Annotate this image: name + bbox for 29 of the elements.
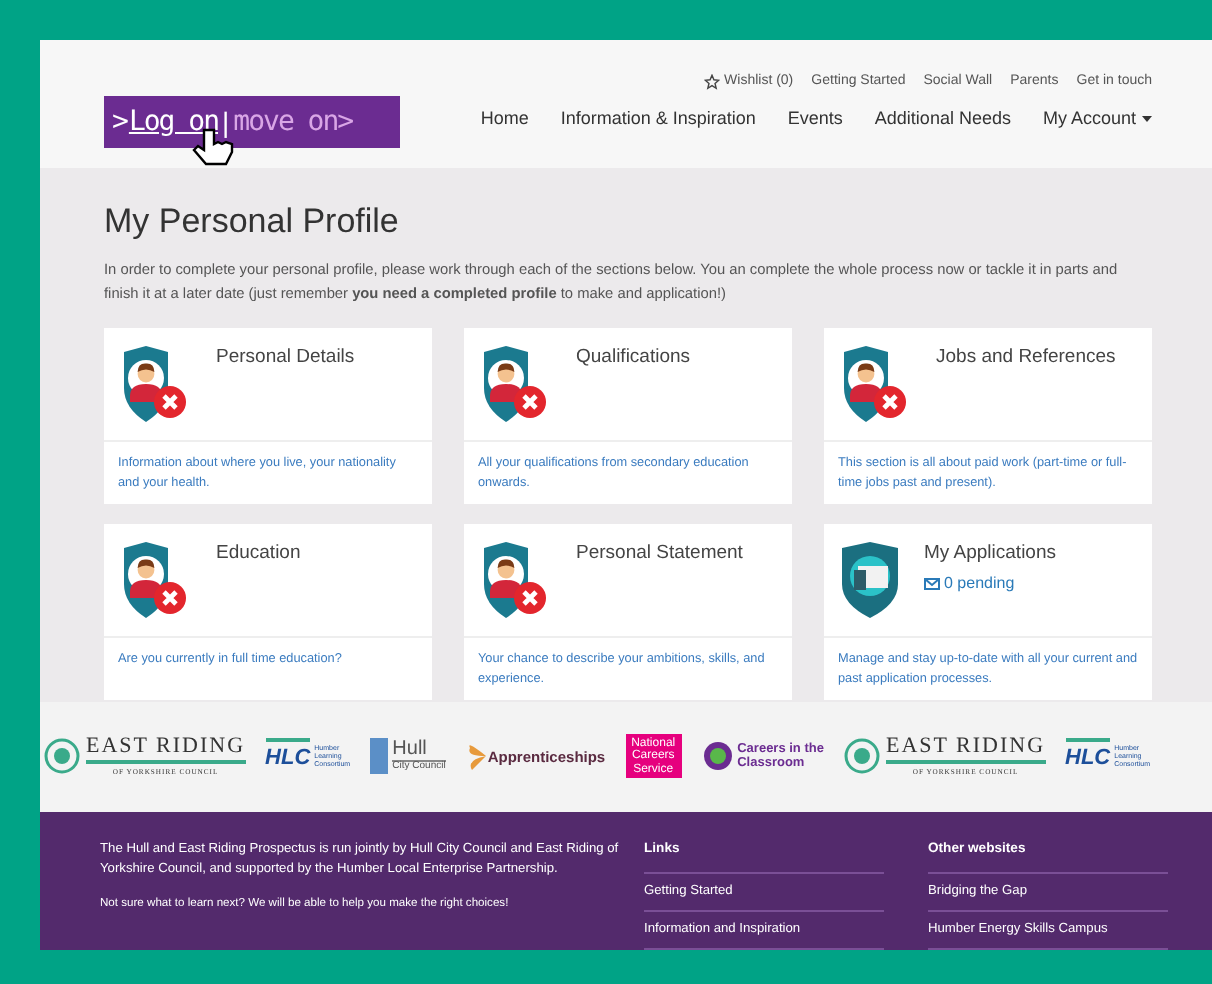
- logo-text: EAST RIDING: [86, 735, 246, 764]
- logo-text: Hull: [392, 740, 427, 761]
- wing-icon: [465, 740, 486, 773]
- section-title: My Applications: [924, 540, 1057, 569]
- nav-link[interactable]: Information & Inspiration: [560, 105, 756, 132]
- pending-link[interactable]: 0 pending: [924, 572, 1057, 597]
- rosette-icon: [843, 738, 880, 775]
- page-title: My Personal Profile: [104, 204, 401, 239]
- section-title: Personal Details: [216, 344, 355, 373]
- applications-shield-icon: [840, 540, 900, 621]
- separator-text: |: [222, 108, 230, 136]
- logo-text: EAST RIDING: [885, 735, 1046, 764]
- rosette-icon: [44, 738, 80, 775]
- section-title: Personal Statement: [576, 540, 743, 569]
- section-title: Jobs and References: [936, 344, 1116, 373]
- nav-link[interactable]: Home: [480, 105, 529, 132]
- login-link[interactable]: Log on: [128, 108, 219, 136]
- logo-text: HLC: [265, 738, 311, 776]
- envelope-icon: [924, 578, 940, 591]
- nav-link[interactable]: My Account: [1042, 105, 1152, 132]
- crest-icon: [370, 738, 389, 775]
- section-title: Qualifications: [576, 344, 691, 373]
- nav-link[interactable]: Additional Needs: [874, 105, 1011, 132]
- tagline-text: move on>: [233, 108, 353, 136]
- nav-link[interactable]: Events: [787, 105, 843, 132]
- star-icon: [704, 74, 721, 91]
- logo-text: HLC: [1065, 738, 1111, 776]
- chevron-text: >: [112, 108, 129, 136]
- section-title: Education: [216, 540, 301, 569]
